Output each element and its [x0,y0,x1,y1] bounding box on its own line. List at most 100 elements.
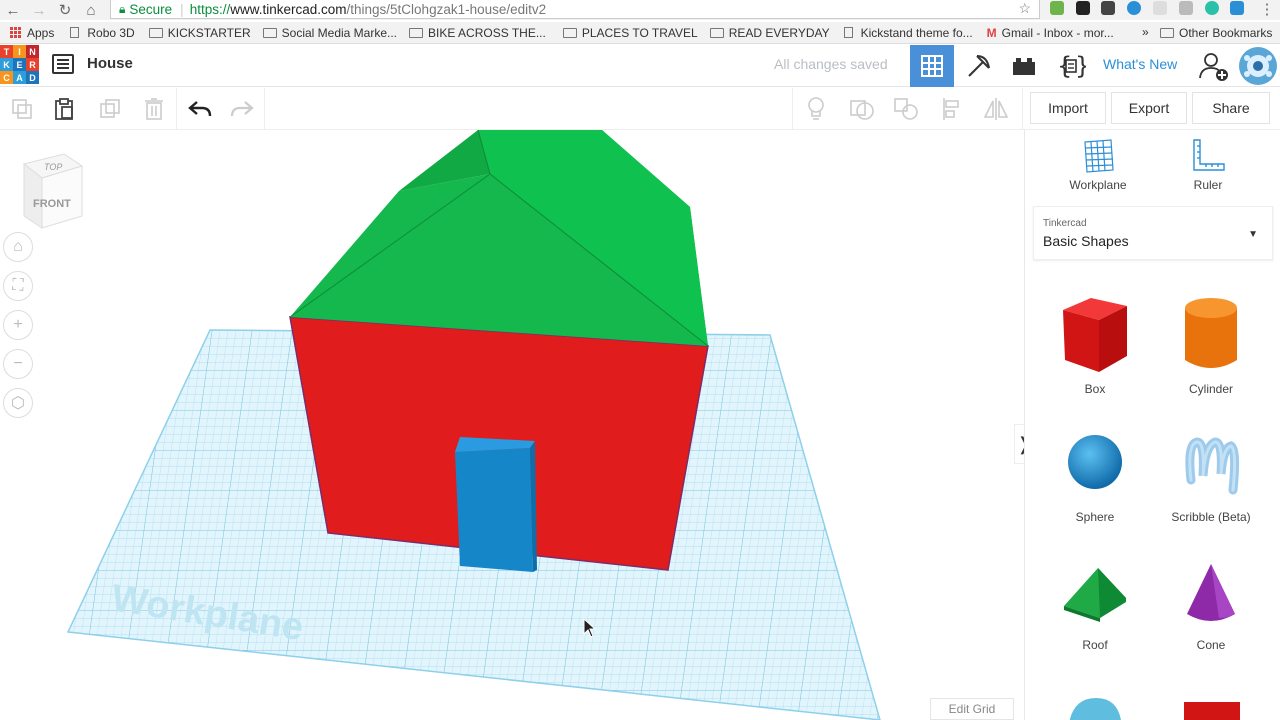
bookmark-star-icon[interactable]: ☆ [1018,0,1031,17]
extension-icon[interactable] [1230,1,1244,15]
redo-icon[interactable] [220,88,264,130]
library-value: Basic Shapes [1043,233,1129,249]
copy-icon[interactable] [0,88,44,130]
folder-icon [148,27,163,38]
bricks-view-button[interactable] [1002,45,1046,87]
bookmark-kickstand[interactable]: Kickstand theme fo... [843,26,973,40]
shape-cone[interactable]: Cone [1153,562,1269,652]
bookmark-label: Other Bookmarks [1179,26,1273,40]
house-model[interactable] [289,130,709,572]
mirror-icon[interactable] [974,88,1018,130]
paste-icon[interactable] [42,88,86,130]
divider [264,88,265,130]
extension-icon[interactable] [1179,1,1193,15]
secure-label: Secure [129,1,173,17]
blocks-view-button[interactable] [957,45,1001,87]
undo-icon[interactable] [178,88,222,130]
shape-sphere[interactable]: Sphere [1037,430,1153,524]
export-button[interactable]: Export [1111,92,1187,124]
share-button[interactable]: Share [1192,92,1270,124]
home-icon[interactable]: ⌂ [78,2,104,19]
shape-partial[interactable] [1153,696,1269,720]
view-cube[interactable]: TOP FRONT [20,150,86,237]
scene-canvas[interactable]: Workplane [0,130,1024,720]
workplane-tool[interactable]: Workplane [1053,138,1143,192]
delete-icon[interactable] [132,88,176,130]
lightbulb-icon[interactable] [794,88,838,130]
dropdown-caret-icon: ▼ [1248,229,1258,240]
whats-new-link[interactable]: What's New [1103,56,1177,72]
folder-icon [709,27,724,38]
logo-letter: K [0,58,13,71]
page-icon [843,27,853,38]
shape-library-dropdown[interactable]: Tinkercad Basic Shapes ▼ [1033,206,1273,260]
bookmark-robo3d[interactable]: Robo 3D [70,26,135,40]
fit-view-icon[interactable]: ⛶ [3,271,33,301]
zoom-out-icon[interactable]: − [3,349,33,379]
logo-letter: C [0,71,13,84]
shape-cylinder[interactable]: Cylinder [1153,294,1269,396]
folder-icon [562,27,577,38]
bookmarks-bar: Apps Robo 3D KICKSTARTER Social Media Ma… [0,22,1280,44]
box-icon [1063,298,1127,372]
perspective-icon[interactable]: ⬡ [3,388,33,418]
group-icon[interactable] [840,88,884,130]
pickaxe-icon [968,55,990,77]
code-braces-icon: {} [1057,52,1086,80]
3d-design-view-button[interactable] [910,45,954,87]
bookmark-social-media[interactable]: Social Media Marke... [262,26,397,40]
gmail-icon: M [986,25,997,40]
brick-icon [1013,58,1035,75]
bookmark-bike[interactable]: BIKE ACROSS THE... [409,26,546,40]
project-title[interactable]: House [87,55,133,72]
logo-letter: E [13,58,26,71]
bookmark-label: READ EVERYDAY [728,25,830,40]
mouse-cursor-icon [583,618,597,638]
back-icon[interactable]: ← [0,2,26,19]
folder-icon [262,27,277,38]
home-view-icon[interactable]: ⌂ [3,232,33,262]
shape-roof[interactable]: Roof [1037,562,1153,652]
forward-icon[interactable]: → [26,2,52,19]
edit-grid-button[interactable]: Edit Grid [930,698,1014,720]
address-bar[interactable]: 🔒︎ Secure | https:// www.tinkercad.com /… [110,0,1040,19]
import-button[interactable]: Import [1030,92,1106,124]
menu-icon[interactable]: ⋮ [1254,0,1280,18]
extension-icon[interactable] [1205,1,1219,15]
reload-icon[interactable]: ↻ [52,1,78,19]
shape-box[interactable]: Box [1037,294,1153,396]
door-shape[interactable] [455,448,533,572]
extension-icon[interactable] [1127,1,1141,15]
duplicate-icon[interactable] [88,88,132,130]
3d-viewport[interactable]: Workplane TOP FRONT ⌂ ⛶ + − ⬡ Edit Grid [0,130,1024,720]
avatar-icon [1239,47,1277,85]
bookmark-read[interactable]: READ EVERYDAY [709,25,830,40]
extension-icon[interactable] [1050,1,1064,15]
svg-text:{: { [1057,52,1072,80]
shape-scribble[interactable]: Scribble (Beta) [1153,430,1269,524]
shape-partial[interactable] [1037,692,1153,720]
bookmark-apps[interactable]: Apps [10,26,54,40]
library-caption: Tinkercad [1043,218,1087,229]
ungroup-icon[interactable] [884,88,928,130]
bookmark-other[interactable]: Other Bookmarks [1160,26,1272,40]
grid-icon [921,55,943,77]
bookmark-places[interactable]: PLACES TO TRAVEL [562,25,698,40]
ruler-tool[interactable]: Ruler [1163,138,1253,192]
add-user-button[interactable] [1192,45,1236,87]
bookmark-gmail[interactable]: M Gmail - Inbox - mor... [987,26,1114,40]
designs-list-icon[interactable] [52,54,74,74]
codeblocks-view-button[interactable]: {} [1049,45,1093,87]
extension-icon[interactable] [1153,1,1167,15]
extension-icon[interactable] [1101,1,1115,15]
bookmarks-overflow[interactable]: » [1142,25,1149,39]
logo-letter: T [0,45,13,58]
align-icon[interactable] [930,88,974,130]
zoom-in-icon[interactable]: + [3,310,33,340]
user-avatar[interactable] [1236,45,1280,87]
extension-icon[interactable] [1076,1,1090,15]
tinkercad-logo[interactable]: T I N K E R C A D [0,45,40,85]
viewcube-front-label: FRONT [33,198,71,210]
bookmark-kickstarter[interactable]: KICKSTARTER [148,26,251,40]
bookmark-label: PLACES TO TRAVEL [581,25,698,40]
